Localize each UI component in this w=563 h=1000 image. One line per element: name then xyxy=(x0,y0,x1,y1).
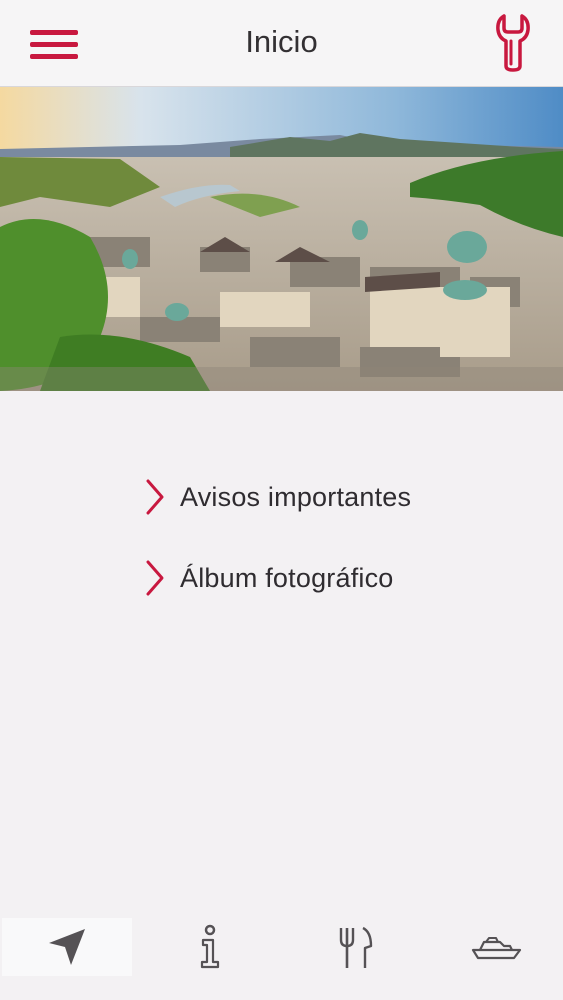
bottom-tab-bar xyxy=(0,912,563,1000)
link-album-fotografico[interactable]: Álbum fotográfico xyxy=(142,553,394,603)
top-bar: Inicio xyxy=(0,0,563,87)
page-title: Inicio xyxy=(245,24,318,59)
tab-restaurants[interactable] xyxy=(290,918,420,976)
ship-icon xyxy=(471,937,522,960)
link-label: Álbum fotográfico xyxy=(180,562,394,593)
fork-knife-icon xyxy=(339,926,373,968)
navigation-arrow-icon xyxy=(49,929,85,965)
app-screen: Inicio Avisos importantes Álbum fotográf… xyxy=(0,0,563,1000)
hero-city-image xyxy=(0,87,563,391)
link-label: Avisos importantes xyxy=(180,481,412,512)
link-avisos-importantes[interactable]: Avisos importantes xyxy=(142,472,411,522)
tab-info[interactable] xyxy=(145,918,275,976)
tab-ship[interactable] xyxy=(432,918,562,976)
info-icon xyxy=(200,924,220,969)
chevron-right-icon xyxy=(146,479,164,515)
tools-button[interactable] xyxy=(493,10,533,74)
chevron-right-icon xyxy=(146,560,164,596)
wrench-icon xyxy=(496,14,530,72)
city-panorama-photo xyxy=(0,87,563,391)
tab-navigation[interactable] xyxy=(2,918,132,976)
